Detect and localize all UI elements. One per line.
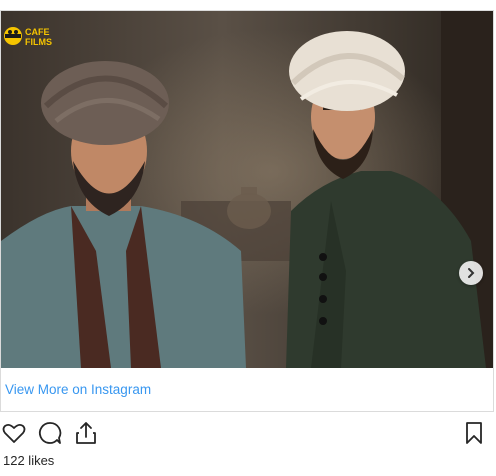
bookmark-icon[interactable]	[461, 420, 487, 446]
chevron-right-icon	[468, 268, 475, 278]
post-image[interactable]: CAFE FILMS	[1, 11, 493, 368]
logo-text-line1: CAFE	[25, 27, 50, 37]
likes-count[interactable]: 122 likes	[3, 453, 54, 468]
view-more-bar: View More on Instagram	[1, 368, 493, 411]
action-bar	[0, 418, 496, 448]
cafe-films-logo: CAFE FILMS	[3, 21, 63, 51]
logo-text-line2: FILMS	[25, 37, 52, 47]
share-icon[interactable]	[73, 420, 99, 446]
next-image-button[interactable]	[459, 261, 483, 285]
film-still-illustration	[1, 11, 493, 368]
comment-icon[interactable]	[37, 420, 63, 446]
heart-icon[interactable]	[1, 420, 27, 446]
view-more-link[interactable]: View More on Instagram	[5, 382, 151, 397]
